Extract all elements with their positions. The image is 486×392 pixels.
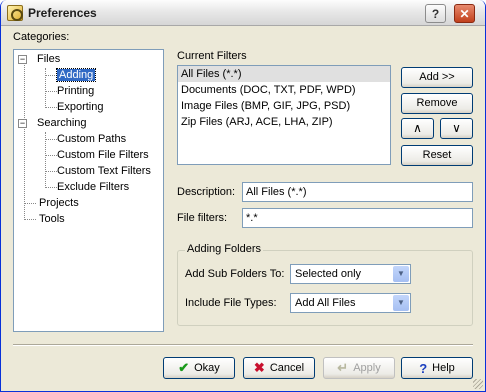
titlebar-help-button[interactable]: ? xyxy=(425,4,446,23)
tree-item-files[interactable]: − Files xyxy=(18,52,60,67)
cancel-x-icon: ✖ xyxy=(253,360,265,375)
tree-connector xyxy=(24,219,36,220)
tree-connector xyxy=(45,171,57,172)
filter-row[interactable]: Image Files (BMP, GIF, JPG, PSD) xyxy=(178,98,390,114)
tree-item-exporting[interactable]: Exporting xyxy=(57,100,103,115)
chevron-down-icon[interactable]: ▼ xyxy=(393,295,409,311)
categories-label: Categories: xyxy=(13,31,70,43)
move-down-button[interactable]: ∨ xyxy=(440,118,473,139)
tree-item-custom-file-filters[interactable]: Custom File Filters xyxy=(57,148,149,163)
tree-item-label: Exporting xyxy=(57,101,104,113)
tree-item-label: Files xyxy=(37,53,61,65)
file-filters-field[interactable]: *.* xyxy=(242,208,473,228)
filter-row[interactable]: Documents (DOC, TXT, PDF, WPD) xyxy=(178,82,390,98)
tree-connector xyxy=(45,75,57,76)
cancel-button[interactable]: ✖ Cancel xyxy=(243,357,315,379)
tree-item-label: Custom Paths xyxy=(57,133,127,145)
tree-connector xyxy=(45,132,46,188)
tree-connector xyxy=(45,187,57,188)
tree-connector xyxy=(45,107,57,108)
reset-button[interactable]: Reset xyxy=(401,145,473,166)
tree-connector xyxy=(45,91,57,92)
preferences-window: Preferences ? ✕ Categories: − Files Addin… xyxy=(0,0,486,392)
filter-row[interactable]: All Files (*.*) xyxy=(178,66,390,82)
tree-item-label: Custom File Filters xyxy=(57,149,149,161)
filter-row[interactable]: Zip Files (ARJ, ACE, LHA, ZIP) xyxy=(178,114,390,130)
file-filters-label: File filters: xyxy=(177,212,228,224)
categories-tree[interactable]: − Files Adding Printing Exporting − Search… xyxy=(13,49,164,332)
add-sub-folders-label: Add Sub Folders To: xyxy=(185,268,285,280)
title-bar: Preferences ? ✕ xyxy=(1,0,485,26)
tree-item-label: Projects xyxy=(39,197,79,209)
collapse-icon[interactable]: − xyxy=(18,54,27,64)
close-button[interactable]: ✕ xyxy=(454,4,475,23)
tree-connector xyxy=(24,203,36,204)
tree-item-label: Adding xyxy=(55,68,97,82)
tree-item-exclude-filters[interactable]: Exclude Filters xyxy=(57,180,129,195)
help-button[interactable]: ? Help xyxy=(401,357,473,379)
include-file-types-value: Add All Files xyxy=(295,297,356,309)
include-file-types-label: Include File Types: xyxy=(185,297,277,309)
tree-item-custom-paths[interactable]: Custom Paths xyxy=(57,132,126,147)
okay-label: Okay xyxy=(194,362,220,374)
okay-button[interactable]: ✔ Okay xyxy=(163,357,235,379)
move-up-button[interactable]: ∧ xyxy=(401,118,434,139)
apply-label: Apply xyxy=(353,362,381,374)
preferences-app-icon xyxy=(7,5,23,21)
apply-button[interactable]: ↵ Apply xyxy=(323,357,395,379)
tree-item-tools[interactable]: Tools xyxy=(39,212,65,227)
tree-item-searching[interactable]: − Searching xyxy=(18,116,87,131)
resize-grip[interactable] xyxy=(473,379,483,389)
current-filters-label: Current Filters xyxy=(177,50,247,62)
include-file-types-select[interactable]: Add All Files ▼ xyxy=(290,293,411,313)
tree-connector xyxy=(45,155,57,156)
add-sub-folders-value: Selected only xyxy=(295,268,362,280)
description-label: Description: xyxy=(177,186,236,198)
help-label: Help xyxy=(432,362,455,374)
tree-item-label: Searching xyxy=(37,117,87,129)
tree-item-printing[interactable]: Printing xyxy=(57,84,94,99)
adding-folders-title: Adding Folders xyxy=(185,243,263,255)
window-title: Preferences xyxy=(28,6,97,20)
tree-item-label: Printing xyxy=(57,85,95,97)
tree-connector xyxy=(45,139,57,140)
adding-folders-group xyxy=(177,250,473,326)
add-sub-folders-select[interactable]: Selected only ▼ xyxy=(290,264,411,284)
collapse-icon[interactable]: − xyxy=(18,118,27,128)
cancel-label: Cancel xyxy=(269,362,305,374)
tree-connector xyxy=(45,68,46,108)
tree-item-label: Tools xyxy=(39,213,65,225)
apply-arrow-icon: ↵ xyxy=(337,360,349,375)
separator xyxy=(13,344,473,346)
current-filters-list[interactable]: All Files (*.*) Documents (DOC, TXT, PDF… xyxy=(177,65,391,165)
question-icon: ? xyxy=(419,360,428,376)
description-field[interactable]: All Files (*.*) xyxy=(242,182,473,202)
chevron-down-icon[interactable]: ▼ xyxy=(393,266,409,282)
add-button[interactable]: Add >> xyxy=(401,67,473,88)
tree-item-label: Exclude Filters xyxy=(57,181,130,193)
remove-button[interactable]: Remove xyxy=(401,93,473,114)
tree-item-custom-text-filters[interactable]: Custom Text Filters xyxy=(57,164,151,179)
tree-item-adding[interactable]: Adding xyxy=(55,68,97,83)
checkmark-icon: ✔ xyxy=(178,360,190,375)
tree-item-projects[interactable]: Projects xyxy=(39,196,79,211)
tree-item-label: Custom Text Filters xyxy=(57,165,151,177)
tree-connector xyxy=(24,60,25,218)
